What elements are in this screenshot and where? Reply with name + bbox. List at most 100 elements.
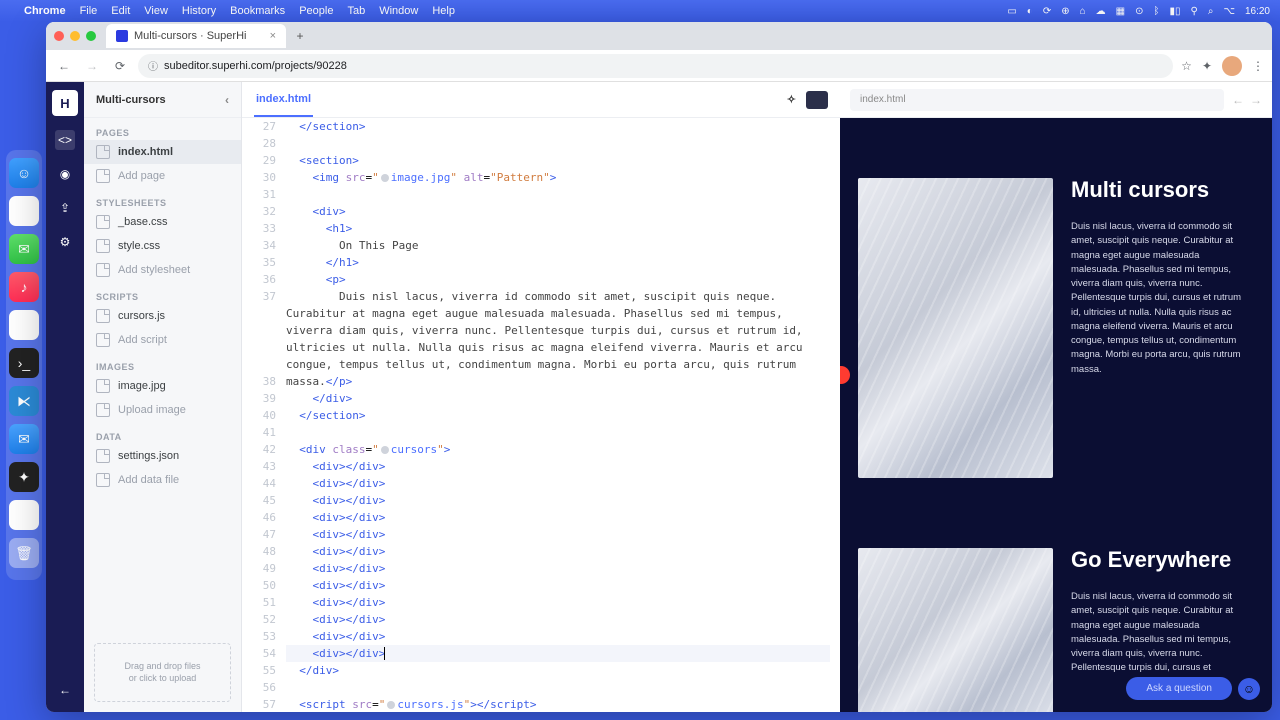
back-icon[interactable]: ← — [55, 680, 75, 700]
status-icon[interactable]: ▦ — [1116, 6, 1125, 17]
profile-avatar[interactable] — [1222, 56, 1242, 76]
close-window-button[interactable] — [54, 31, 64, 41]
add-page-button[interactable]: Add page — [84, 164, 241, 188]
code-source[interactable]: </section> <section> <img src="image.jpg… — [286, 118, 840, 712]
maximize-window-button[interactable] — [86, 31, 96, 41]
sidebar-item-cursors-js[interactable]: cursors.js — [84, 304, 241, 328]
status-icon[interactable]: ▭ — [1007, 6, 1016, 17]
preview-heading: Multi cursors — [1071, 178, 1244, 202]
reload-button[interactable]: ⟳ — [110, 56, 130, 76]
new-tab-button[interactable]: + — [290, 26, 310, 46]
sidebar-item-style-css[interactable]: style.css — [84, 234, 241, 258]
url-text: subeditor.superhi.com/projects/90228 — [164, 60, 347, 72]
magic-wand-icon[interactable]: ✧ — [787, 93, 796, 106]
dock-finder-icon[interactable]: ☺ — [9, 158, 39, 188]
extensions-icon[interactable]: ✦ — [1202, 59, 1212, 73]
dock-figma-icon[interactable]: ✦ — [9, 462, 39, 492]
status-icon[interactable]: ⊙ — [1135, 6, 1143, 17]
menu-people[interactable]: People — [299, 5, 333, 17]
status-icon[interactable]: ᛒ — [1153, 6, 1159, 17]
file-dropzone[interactable]: Drag and drop files or click to upload — [94, 643, 231, 702]
preview-address[interactable]: index.html — [850, 89, 1224, 111]
status-icon[interactable]: ☁ — [1096, 6, 1106, 17]
star-icon[interactable]: ☆ — [1181, 59, 1192, 73]
add-stylesheet-button[interactable]: Add stylesheet — [84, 258, 241, 282]
editor-tab-index-html[interactable]: index.html — [254, 83, 313, 117]
feedback-icon[interactable]: ☺ — [1238, 678, 1260, 700]
address-input[interactable]: ⓘ subeditor.superhi.com/projects/90228 — [138, 54, 1173, 78]
control-center-icon[interactable]: ⌥ — [1223, 6, 1235, 17]
app-rail: H <> ◉ ⇪ ⚙ ← — [46, 82, 84, 712]
settings-icon[interactable]: ⚙ — [55, 232, 75, 252]
menubar-clock[interactable]: 16:20 — [1245, 6, 1270, 17]
menu-file[interactable]: File — [80, 5, 98, 17]
wifi-icon[interactable]: ⚲ — [1191, 6, 1198, 17]
section-scripts: SCRIPTS — [84, 282, 241, 304]
browser-tab[interactable]: Multi-cursors · SuperHi × — [106, 24, 286, 48]
file-icon — [96, 169, 110, 183]
forward-button[interactable]: → — [82, 56, 102, 76]
dock-mail-icon[interactable]: ✉ — [9, 424, 39, 454]
menu-tab[interactable]: Tab — [347, 5, 365, 17]
minimize-window-button[interactable] — [70, 31, 80, 41]
preview-back-icon[interactable]: ← — [1232, 93, 1244, 107]
code-view-icon[interactable]: <> — [55, 130, 75, 150]
sidebar-item-base-css[interactable]: _base.css — [84, 210, 241, 234]
dock-messages-icon[interactable]: ✉ — [9, 234, 39, 264]
preview-icon[interactable]: ◉ — [55, 164, 75, 184]
superhi-editor-app: H <> ◉ ⇪ ⚙ ← Multi-cursors ‹ PAGES index… — [46, 82, 1272, 712]
line-gutter: 2728293031323334353637383940414243444546… — [242, 118, 286, 712]
menu-edit[interactable]: Edit — [111, 5, 130, 17]
dock-music-icon[interactable]: ♪ — [9, 272, 39, 302]
menubar-app[interactable]: Chrome — [24, 5, 66, 17]
layout-toggle-icon[interactable] — [806, 91, 828, 109]
tab-strip: Multi-cursors · SuperHi × + — [46, 22, 1272, 50]
collapse-sidebar-icon[interactable]: ‹ — [225, 93, 229, 107]
upload-image-button[interactable]: Upload image — [84, 398, 241, 422]
file-sidebar: Multi-cursors ‹ PAGES index.html Add pag… — [84, 82, 242, 712]
ask-question-button[interactable]: Ask a question — [1126, 677, 1232, 700]
dock-trash-icon[interactable]: 🗑 — [9, 538, 39, 568]
menu-window[interactable]: Window — [379, 5, 418, 17]
dock-slack-icon[interactable]: ✱ — [9, 310, 39, 340]
add-data-file-button[interactable]: Add data file — [84, 468, 241, 492]
sidebar-item-image-jpg[interactable]: image.jpg — [84, 374, 241, 398]
status-icon[interactable]: ⌂ — [1080, 6, 1086, 17]
browser-window: Multi-cursors · SuperHi × + ← → ⟳ ⓘ sube… — [46, 22, 1272, 712]
status-icon[interactable]: ◐ — [1027, 6, 1033, 17]
preview-body[interactable]: Multi cursors Duis nisl lacus, viverra i… — [840, 118, 1272, 712]
add-script-button[interactable]: Add script — [84, 328, 241, 352]
dock-app-icon[interactable]: ⊞ — [9, 500, 39, 530]
back-button[interactable]: ← — [54, 56, 74, 76]
lock-icon: ⓘ — [148, 58, 158, 73]
status-icon[interactable]: ⟳ — [1043, 6, 1051, 17]
cursor-dot — [840, 366, 850, 384]
file-icon — [96, 263, 110, 277]
share-icon[interactable]: ⇪ — [55, 198, 75, 218]
menu-icon[interactable]: ⋮ — [1252, 59, 1264, 73]
close-tab-icon[interactable]: × — [270, 30, 276, 42]
menu-bookmarks[interactable]: Bookmarks — [230, 5, 285, 17]
preview-toolbar: index.html ← → — [840, 82, 1272, 118]
spotlight-icon[interactable]: ⌕ — [1208, 6, 1214, 17]
project-header: Multi-cursors ‹ — [84, 82, 241, 118]
code-area[interactable]: 2728293031323334353637383940414243444546… — [242, 118, 840, 712]
dock-terminal-icon[interactable]: ›_ — [9, 348, 39, 378]
preview-image — [858, 548, 1053, 712]
sidebar-item-index-html[interactable]: index.html — [84, 140, 241, 164]
status-icon[interactable]: ⊕ — [1061, 6, 1069, 17]
file-icon — [96, 449, 110, 463]
macos-menubar: Chrome File Edit View History Bookmarks … — [0, 0, 1280, 22]
dock-vscode-icon[interactable]: ⧔ — [9, 386, 39, 416]
menu-view[interactable]: View — [144, 5, 168, 17]
menu-history[interactable]: History — [182, 5, 216, 17]
dock-chrome-icon[interactable]: ◉ — [9, 196, 39, 226]
macos-dock: ☺ ◉ ✉ ♪ ✱ ›_ ⧔ ✉ ✦ ⊞ 🗑 — [6, 150, 42, 580]
menu-help[interactable]: Help — [432, 5, 455, 17]
preview-forward-icon[interactable]: → — [1250, 93, 1262, 107]
sidebar-item-settings-json[interactable]: settings.json — [84, 444, 241, 468]
superhi-logo[interactable]: H — [52, 90, 78, 116]
project-name: Multi-cursors — [96, 94, 166, 106]
section-data: DATA — [84, 422, 241, 444]
battery-icon[interactable]: ▮▯ — [1169, 6, 1180, 17]
